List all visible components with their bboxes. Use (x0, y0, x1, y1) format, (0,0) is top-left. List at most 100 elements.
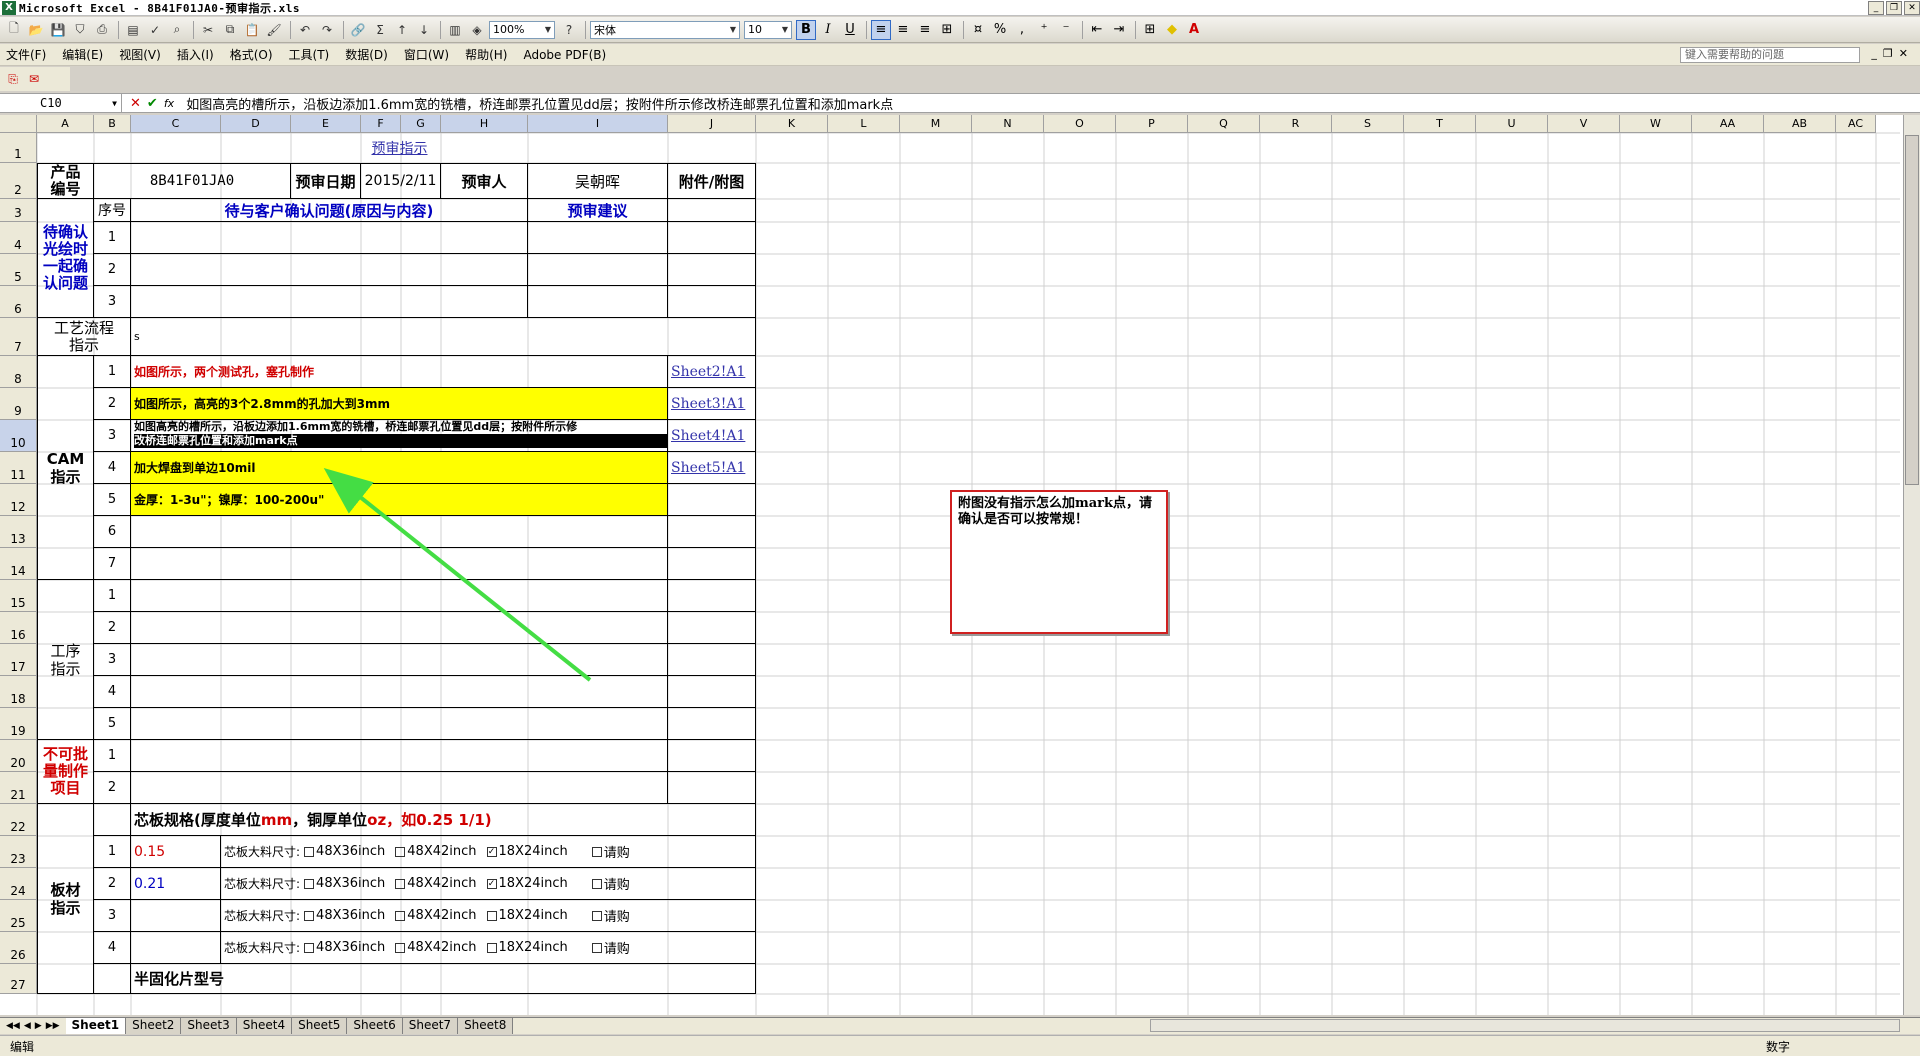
prepreg-blank[interactable] (94, 964, 131, 994)
pending-issue[interactable] (131, 222, 528, 254)
menu-insert[interactable]: 插入(I) (177, 46, 214, 63)
pdf-convert-icon[interactable]: ⎘ (4, 70, 22, 88)
row-header-11[interactable]: 11 (0, 452, 37, 484)
tab-sheet4[interactable]: Sheet4 (236, 1018, 293, 1034)
first-sheet-icon[interactable]: ◀◀ (6, 1021, 20, 1031)
board-label[interactable]: 板材 指示 (37, 804, 94, 994)
column-header-g[interactable]: G (401, 115, 441, 133)
column-header-c[interactable]: C (131, 115, 221, 133)
core-size-row[interactable]: 芯板大料尺寸: 48X36inch 48X42inch 18X24inch 请购 (221, 932, 756, 964)
column-header-ac[interactable]: AC (1836, 115, 1876, 133)
checkbox[interactable]: ✓ (486, 878, 497, 889)
tab-sheet2[interactable]: Sheet2 (126, 1018, 182, 1034)
issues-header[interactable]: 待与客户确认问题(原因与内容) (131, 199, 528, 222)
row-header-2[interactable]: 2 (0, 163, 37, 199)
seq-label[interactable]: 序号 (94, 199, 131, 222)
core-seq[interactable]: 1 (94, 836, 131, 868)
process-value[interactable]: s (131, 318, 756, 356)
row-header-27[interactable]: 27 (0, 964, 37, 994)
cam-item-3[interactable]: 如图高亮的槽所示，沿板边添加1.6mm宽的铣槽，桥连邮票孔位置见dd层；按附件所… (131, 420, 668, 452)
next-sheet-icon[interactable]: ▶ (35, 1021, 42, 1031)
row-header-6[interactable]: 6 (0, 286, 37, 318)
column-header-a[interactable]: A (37, 115, 94, 133)
align-left-icon[interactable]: ≡ (871, 19, 891, 40)
cam-attach-link[interactable]: Sheet5!A1 (668, 452, 756, 484)
menu-adobe-pdf[interactable]: Adobe PDF(B) (523, 48, 606, 62)
decrease-indent-icon[interactable]: ⇤ (1087, 20, 1107, 40)
core-size-row[interactable]: 芯板大料尺寸: 48X36inch 48X42inch ✓ 18X24inch 请购 (221, 868, 756, 900)
sheet-link[interactable]: Sheet3!A1 (671, 396, 745, 412)
checkbox[interactable]: ✓ (486, 846, 497, 857)
bold-button[interactable]: B (796, 19, 816, 40)
cam-attach-empty[interactable] (668, 484, 756, 516)
cam-attach-empty[interactable] (668, 548, 756, 580)
row-header-17[interactable]: 17 (0, 644, 37, 676)
step-attach[interactable] (668, 580, 756, 612)
step-item[interactable] (131, 708, 668, 740)
borders-icon[interactable]: ⊞ (1140, 20, 1160, 40)
pending-issue[interactable] (131, 254, 528, 286)
row-header-24[interactable]: 24 (0, 868, 37, 900)
checkbox[interactable] (395, 910, 406, 921)
product-no[interactable]: 8B41F01JA0 (94, 163, 291, 199)
core-thickness-cell[interactable]: 0.15 (131, 836, 221, 868)
no-batch-seq[interactable]: 1 (94, 740, 131, 772)
cam-seq[interactable]: 6 (94, 516, 131, 548)
save-icon[interactable]: 💾 (48, 20, 68, 40)
last-sheet-icon[interactable]: ▶▶ (46, 1021, 60, 1031)
undo-icon[interactable]: ↶ (295, 20, 315, 40)
column-header-j[interactable]: J (668, 115, 756, 133)
step-attach[interactable] (668, 676, 756, 708)
tab-sheet7[interactable]: Sheet7 (402, 1018, 459, 1034)
decrease-decimal-icon[interactable]: ⁻ (1056, 20, 1076, 40)
align-center-icon[interactable]: ≡ (893, 20, 913, 40)
spelling-icon[interactable]: ✓ (145, 20, 165, 40)
no-batch-item[interactable] (131, 772, 668, 804)
date-label[interactable]: 预审日期 (291, 163, 361, 199)
drawing-icon[interactable]: ◈ (467, 20, 487, 40)
step-item[interactable] (131, 644, 668, 676)
pending-seq[interactable]: 2 (94, 254, 131, 286)
row-header-20[interactable]: 20 (0, 740, 37, 772)
step-label[interactable]: 工序 指示 (37, 580, 94, 740)
menu-file[interactable]: 文件(F) (6, 46, 46, 63)
pending-advice[interactable] (528, 286, 668, 318)
tab-sheet1[interactable]: Sheet1 (65, 1018, 127, 1034)
column-header-u[interactable]: U (1476, 115, 1548, 133)
row-header-8[interactable]: 8 (0, 356, 37, 388)
cell-j3[interactable] (668, 199, 756, 222)
cam-item-6[interactable] (131, 516, 668, 548)
step-seq[interactable]: 2 (94, 612, 131, 644)
row-header-21[interactable]: 21 (0, 772, 37, 804)
row-header-19[interactable]: 19 (0, 708, 37, 740)
cam-attach-link[interactable]: Sheet2!A1 (668, 356, 756, 388)
checkbox[interactable] (304, 846, 315, 857)
core-thickness-cell[interactable]: 0.21 (131, 868, 221, 900)
autosum-icon[interactable]: Σ (370, 20, 390, 40)
prev-sheet-icon[interactable]: ◀ (24, 1021, 31, 1031)
step-attach[interactable] (668, 644, 756, 676)
step-seq[interactable]: 1 (94, 580, 131, 612)
font-combo[interactable]: 宋体 ▼ (590, 20, 740, 39)
column-header-r[interactable]: R (1260, 115, 1332, 133)
menu-help[interactable]: 帮助(H) (465, 46, 507, 63)
menu-format[interactable]: 格式(O) (230, 46, 273, 63)
fill-color-icon[interactable]: ◆ (1162, 20, 1182, 40)
cam-attach-empty[interactable] (668, 516, 756, 548)
column-header-d[interactable]: D (221, 115, 291, 133)
permission-icon[interactable]: ⛉ (70, 20, 90, 40)
research-icon[interactable]: ⌕ (167, 20, 187, 40)
font-size-combo[interactable]: 10 ▼ (744, 20, 792, 39)
step-seq[interactable]: 5 (94, 708, 131, 740)
pending-attach[interactable] (668, 254, 756, 286)
menu-tools[interactable]: 工具(T) (289, 46, 330, 63)
column-header-o[interactable]: O (1044, 115, 1116, 133)
column-header-e[interactable]: E (291, 115, 361, 133)
print-preview-icon[interactable]: ▤ (123, 20, 143, 40)
no-batch-item[interactable] (131, 740, 668, 772)
close-icon[interactable]: ✕ (1904, 1, 1920, 15)
step-item[interactable] (131, 676, 668, 708)
column-header-h[interactable]: H (441, 115, 528, 133)
cam-item-7[interactable] (131, 548, 668, 580)
comment-box[interactable]: 附图没有指示怎么加mark点，请确认是否可以按常规！ (950, 490, 1168, 634)
